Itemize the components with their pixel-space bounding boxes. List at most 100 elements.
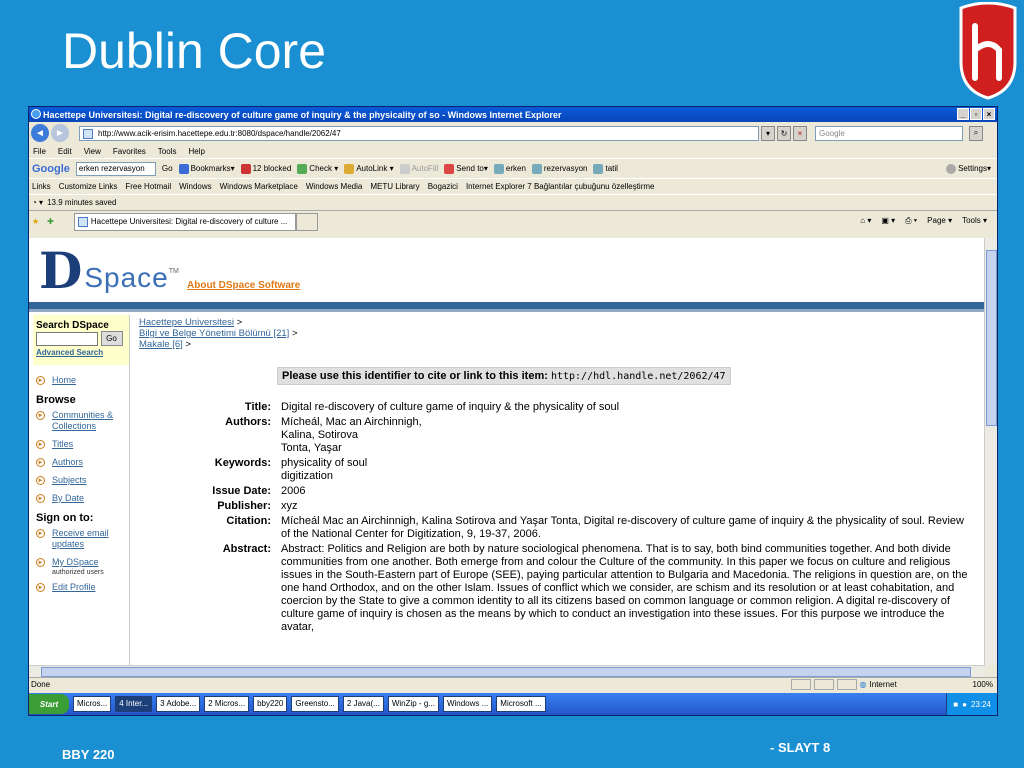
task-item[interactable]: Micros...	[73, 696, 112, 712]
nav-my-dspace[interactable]: ► My DSpace	[36, 557, 129, 568]
favorites-star-icon[interactable]: ★	[32, 217, 39, 226]
address-text: http://www.acik-erisim.hacettepe.edu.tr:…	[98, 128, 341, 138]
arrow-icon: ►	[36, 558, 45, 567]
toolbar-settings[interactable]: Settings▾	[946, 163, 991, 174]
crumb-makale[interactable]: Makale [6]	[139, 339, 183, 350]
cite-identifier-box: Please use this identifier to cite or li…	[277, 367, 731, 385]
scroll-thumb[interactable]	[41, 667, 971, 677]
link-metu-library[interactable]: METU Library	[370, 182, 419, 191]
task-item[interactable]: WinZip - g...	[387, 696, 439, 712]
search-heading: Search DSpace	[36, 320, 109, 331]
add-favorite-icon[interactable]: ✚	[47, 217, 54, 226]
link-ie7-custom[interactable]: Internet Explorer 7 Bağlantılar çubuğunu…	[466, 182, 655, 191]
dspace-logo[interactable]: D Space TM	[39, 246, 179, 296]
feeds-icon[interactable]: ▣ ▾	[881, 216, 895, 226]
clock-text: 23:24	[970, 699, 991, 709]
menu-view[interactable]: View	[84, 147, 101, 156]
nav-by-date[interactable]: ► By Date	[36, 493, 129, 504]
search-panel: Search DSpace Go Advanced Search	[33, 315, 129, 365]
nav-home[interactable]: ► Home	[36, 375, 129, 386]
crumb-department[interactable]: Bilgi ve Belge Yönetimi Bölümü [21]	[139, 328, 289, 339]
horizontal-scrollbar[interactable]	[29, 665, 985, 677]
autolink-icon	[344, 163, 355, 174]
tools-menu[interactable]: Tools ▾	[962, 216, 987, 226]
crumb-university[interactable]: Hacettepe Universitesi	[139, 317, 234, 328]
nav-communities[interactable]: ► Communities & Collections	[36, 410, 129, 432]
forward-arrow-icon[interactable]: ►	[51, 124, 69, 142]
refresh-icon[interactable]: ↻	[777, 125, 791, 141]
page-icon	[83, 128, 93, 139]
time-saved-text: 13.9 minutes saved	[47, 198, 117, 207]
menu-tools[interactable]: Tools	[158, 147, 177, 156]
link-marketplace[interactable]: Windows Marketplace	[220, 182, 298, 191]
advanced-search-link[interactable]: Advanced Search	[36, 348, 126, 357]
ie-window-screenshot: Hacettepe Universitesi: Digital re-disco…	[28, 106, 998, 716]
stop-icon[interactable]: ×	[793, 125, 807, 141]
toolbar-spell-check[interactable]: Check ▾	[297, 163, 338, 174]
send-icon	[444, 163, 455, 174]
menu-edit[interactable]: Edit	[58, 147, 72, 156]
nav-email-updates[interactable]: ► Receive email updates	[36, 528, 129, 550]
about-dspace-link[interactable]: About DSpace Software	[187, 280, 300, 291]
clock-icon[interactable]: ◔ ▾	[32, 198, 43, 207]
nav-edit-profile[interactable]: ► Edit Profile	[36, 582, 129, 593]
task-item[interactable]: 2 Java(...	[342, 696, 384, 712]
nav-titles[interactable]: ► Titles	[36, 439, 129, 450]
close-icon[interactable]: ×	[983, 108, 995, 120]
link-customize[interactable]: Customize Links	[59, 182, 118, 191]
task-item[interactable]: Microsoft ...	[496, 696, 546, 712]
ie-icon	[31, 109, 41, 119]
task-item[interactable]: 3 Adobe...	[156, 696, 201, 712]
arrow-icon: ►	[36, 494, 45, 503]
task-item[interactable]: 4 Inter...	[115, 696, 153, 712]
toolbar-word-rezervasyon[interactable]: rezervasyon	[531, 163, 587, 174]
toolbar-bookmarks[interactable]: Bookmarks▾	[178, 163, 235, 174]
scroll-thumb[interactable]	[986, 250, 997, 426]
nav-subjects[interactable]: ► Subjects	[36, 475, 129, 486]
link-bogazici[interactable]: Bogazici	[428, 182, 458, 191]
tray-icon[interactable]: ■	[953, 700, 958, 709]
toolbar-word-erken[interactable]: erken	[493, 163, 526, 174]
toolbar-popups-blocked[interactable]: 12 blocked	[240, 163, 291, 174]
task-item[interactable]: bby220	[253, 696, 288, 712]
maximize-icon[interactable]: ▫	[970, 108, 982, 120]
task-item[interactable]: Windows ...	[442, 696, 493, 712]
toolbar-word-tatil[interactable]: tatil	[593, 163, 618, 174]
toolbar-autofill[interactable]: AutoFill	[399, 163, 438, 174]
task-item[interactable]: Greensto...	[291, 696, 339, 712]
toolbar-send-to[interactable]: Send to▾	[444, 163, 488, 174]
address-input[interactable]: http://www.acik-erisim.hacettepe.edu.tr:…	[79, 125, 759, 141]
address-dropdown-icon[interactable]: ▾	[761, 125, 775, 141]
page-menu[interactable]: Page ▾	[927, 216, 952, 226]
zoom-level[interactable]: 100%	[973, 680, 993, 689]
dspace-search-input[interactable]	[36, 331, 98, 346]
menu-help[interactable]: Help	[188, 147, 204, 156]
back-arrow-icon[interactable]: ◄	[31, 124, 49, 142]
cite-url[interactable]: http://hdl.handle.net/2062/47	[551, 371, 726, 382]
google-go-button[interactable]: Go	[162, 164, 173, 173]
nav-authors[interactable]: ► Authors	[36, 457, 129, 468]
home-icon[interactable]: ⌂ ▾	[860, 216, 871, 226]
start-button[interactable]: Start	[29, 694, 69, 714]
sidebar: Search DSpace Go Advanced Search ► Home …	[33, 315, 130, 665]
gear-icon	[946, 163, 957, 174]
tray-icon[interactable]: ●	[962, 700, 967, 709]
print-icon[interactable]: ⎙ ▾	[905, 216, 917, 226]
task-item[interactable]: 2 Micros...	[204, 696, 250, 712]
tab-active[interactable]: Hacettepe Universitesi: Digital re-disco…	[73, 212, 296, 231]
google-search-input[interactable]: erken rezervasyon	[75, 161, 156, 176]
go-button[interactable]: Go	[100, 331, 123, 346]
arrow-icon: ►	[36, 529, 45, 538]
search-icon[interactable]: ⌕	[969, 125, 983, 141]
link-windows[interactable]: Windows	[179, 182, 211, 191]
autofill-icon	[399, 163, 410, 174]
link-hotmail[interactable]: Free Hotmail	[125, 182, 171, 191]
search-input[interactable]: Google	[815, 125, 963, 141]
menu-file[interactable]: File	[33, 147, 46, 156]
vertical-scrollbar[interactable]	[984, 238, 997, 665]
link-windows-media[interactable]: Windows Media	[306, 182, 362, 191]
menu-favorites[interactable]: Favorites	[113, 147, 146, 156]
new-tab-button[interactable]	[295, 212, 318, 231]
toolbar-autolink[interactable]: AutoLink ▾	[344, 163, 394, 174]
minimize-icon[interactable]: _	[957, 108, 969, 120]
